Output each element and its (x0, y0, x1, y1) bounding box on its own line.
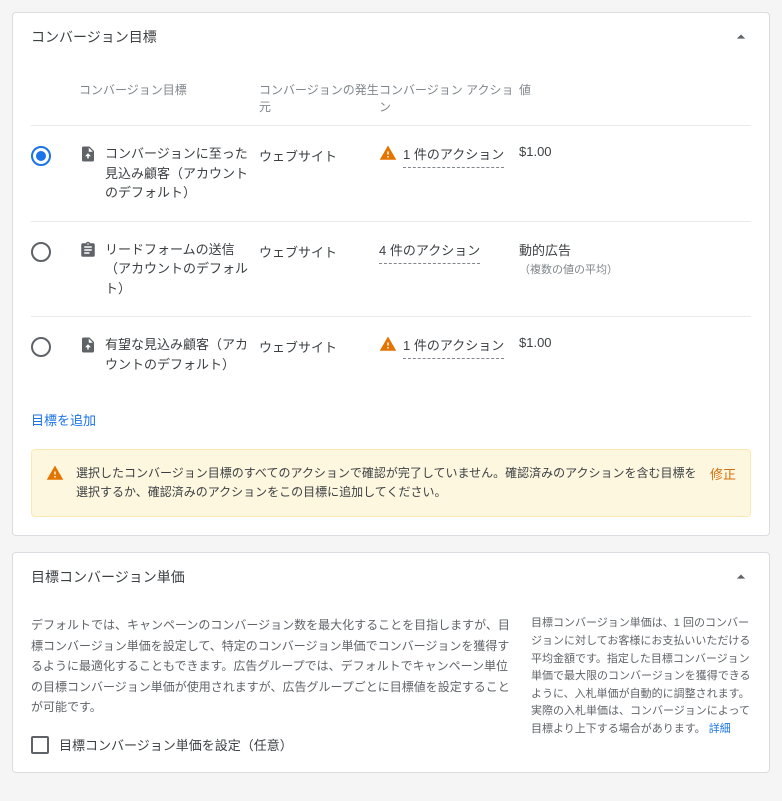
value-text: $1.00 (519, 335, 552, 350)
warning-icon (379, 335, 397, 353)
source-text: ウェブサイト (259, 144, 379, 165)
value-text: 動的広告 (519, 243, 571, 258)
action-count-link[interactable]: 1 件のアクション (403, 144, 504, 168)
side-help: 目標コンバージョン単価は、1 回のコンバージョンに対してお客様にお支払いいただけ… (531, 615, 751, 754)
table-header-row: コンバージョン目標 コンバージョンの発生元 コンバージョン アクション 値 (31, 61, 751, 125)
section-title: 目標コンバージョン単価 (31, 567, 185, 587)
side-help-text: 目標コンバージョン単価は、1 回のコンバージョンに対してお客様にお支払いいただけ… (531, 617, 751, 735)
add-goal-link[interactable]: 目標を追加 (31, 392, 96, 443)
chevron-up-icon (731, 567, 751, 587)
target-cpa-checkbox[interactable] (31, 736, 49, 754)
header-source: コンバージョンの発生元 (259, 81, 379, 115)
conversion-goals-card: コンバージョン目標 コンバージョン目標 コンバージョンの発生元 コンバージョン … (12, 12, 770, 536)
value-cell: $1.00 (519, 335, 751, 350)
target-cpa-card: 目標コンバージョン単価 デフォルトでは、キャンペーンのコンバージョン数を最大化す… (12, 552, 770, 773)
section-title: コンバージョン目標 (31, 27, 157, 47)
action-count-link[interactable]: 4 件のアクション (379, 240, 480, 264)
source-text: ウェブサイト (259, 335, 379, 356)
header-value: 値 (519, 81, 751, 115)
checkbox-label: 目標コンバージョン単価を設定（任意） (59, 735, 293, 754)
fix-link[interactable]: 修正 (710, 464, 736, 483)
submit-icon (79, 145, 97, 163)
header-goal: コンバージョン目標 (79, 81, 259, 115)
value-cell: $1.00 (519, 144, 751, 159)
action-count-link[interactable]: 1 件のアクション (403, 335, 504, 359)
action-cell: 1 件のアクション (379, 144, 519, 168)
goal-text: リードフォームの送信（アカウントのデフォルト） (105, 240, 259, 299)
checkbox-row: 目標コンバージョン単価を設定（任意） (31, 735, 511, 754)
submit-icon (79, 336, 97, 354)
goal-text: 有望な見込み顧客（アカウントのデフォルト） (105, 335, 259, 374)
goal-radio[interactable] (31, 146, 51, 166)
goal-radio[interactable] (31, 337, 51, 357)
description-text: デフォルトでは、キャンペーンのコンバージョン数を最大化することを目指しますが、目… (31, 615, 511, 717)
chevron-up-icon (731, 27, 751, 47)
target-cpa-header[interactable]: 目標コンバージョン単価 (13, 553, 769, 601)
form-icon (79, 241, 97, 259)
warning-alert: 選択したコンバージョン目標のすべてのアクションで確認が完了していません。確認済み… (31, 449, 751, 517)
table-row: 有望な見込み顧客（アカウントのデフォルト）ウェブサイト 1 件のアクション $1.0… (31, 316, 751, 392)
goal-cell: リードフォームの送信（アカウントのデフォルト） (79, 240, 259, 299)
conversion-goals-body: コンバージョン目標 コンバージョンの発生元 コンバージョン アクション 値 コン… (13, 61, 769, 535)
goal-text: コンバージョンに至った見込み顧客（アカウントのデフォルト） (105, 144, 259, 203)
source-text: ウェブサイト (259, 240, 379, 261)
learn-more-link[interactable]: 詳細 (709, 723, 731, 735)
alert-text: 選択したコンバージョン目標のすべてのアクションで確認が完了していません。確認済み… (76, 464, 698, 502)
action-cell: 4 件のアクション (379, 240, 519, 264)
value-cell: 動的広告 （複数の値の平均） (519, 240, 751, 277)
table-row: リードフォームの送信（アカウントのデフォルト）ウェブサイト4 件のアクション 動的… (31, 221, 751, 317)
action-cell: 1 件のアクション (379, 335, 519, 359)
warning-icon (46, 464, 64, 482)
goal-cell: コンバージョンに至った見込み顧客（アカウントのデフォルト） (79, 144, 259, 203)
value-text: $1.00 (519, 144, 552, 159)
main-column: デフォルトでは、キャンペーンのコンバージョン数を最大化することを目指しますが、目… (31, 615, 511, 754)
table-row: コンバージョンに至った見込み顧客（アカウントのデフォルト）ウェブサイト 1 件のア… (31, 125, 751, 221)
conversion-goals-header[interactable]: コンバージョン目標 (13, 13, 769, 61)
header-action: コンバージョン アクション (379, 81, 519, 115)
target-cpa-body: デフォルトでは、キャンペーンのコンバージョン数を最大化することを目指しますが、目… (13, 601, 769, 772)
value-note: （複数の値の平均） (519, 261, 751, 277)
warning-icon (379, 144, 397, 162)
goal-radio[interactable] (31, 242, 51, 262)
goal-cell: 有望な見込み顧客（アカウントのデフォルト） (79, 335, 259, 374)
